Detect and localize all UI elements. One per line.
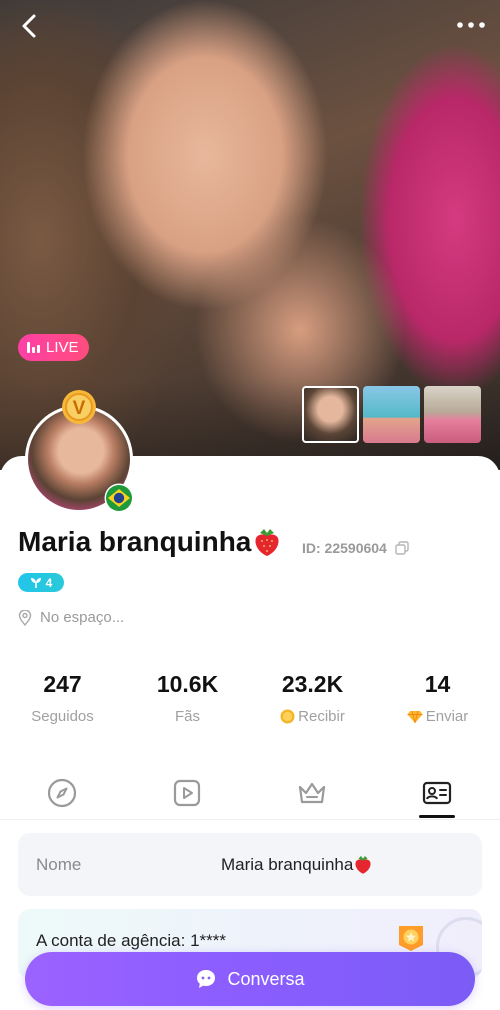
stat-label: Recibir: [298, 708, 345, 725]
stat-received[interactable]: 23.2K Recibir: [250, 671, 375, 725]
user-id: ID: 22590604: [302, 540, 409, 556]
svg-text:V: V: [73, 398, 86, 419]
stat-label: Seguidos: [31, 708, 94, 725]
level-value: 4: [45, 575, 53, 590]
gold-coin-icon: [280, 709, 295, 724]
level-badge: 4: [18, 573, 64, 592]
copy-icon[interactable]: [395, 541, 409, 555]
vip-badge-icon: V: [62, 390, 96, 424]
profile-name: Maria branquinha: [18, 526, 282, 558]
more-options-button[interactable]: [454, 12, 488, 40]
stat-value: 10.6K: [156, 671, 219, 697]
stats-row: 247 Seguidos 10.6K Fãs 23.2K Recibir 14 …: [0, 671, 500, 731]
stat-label: Fãs: [174, 708, 200, 725]
stat-fans[interactable]: 10.6K Fãs: [125, 671, 250, 725]
live-bars-icon: [27, 342, 40, 353]
crown-icon: [298, 782, 326, 804]
stat-value: 23.2K: [281, 671, 344, 697]
tab-privileges[interactable]: [292, 778, 332, 816]
stat-label: Enviar: [425, 708, 469, 725]
strawberry-icon: [255, 529, 279, 556]
chat-button[interactable]: Conversa: [25, 952, 475, 1006]
brazil-flag-icon: [104, 483, 134, 513]
photo-thumbnails: [302, 386, 481, 443]
tab-profile-info[interactable]: [417, 778, 457, 818]
video-play-icon: [173, 779, 201, 807]
location-text: No espaço...: [40, 609, 125, 626]
avatar-group[interactable]: V: [25, 390, 135, 515]
live-label: LIVE: [46, 339, 79, 356]
back-button[interactable]: [14, 10, 48, 44]
more-horizontal-icon: [457, 22, 485, 28]
stat-value: 14: [424, 671, 451, 697]
stat-value: 247: [43, 671, 82, 697]
stat-following[interactable]: 247 Seguidos: [0, 671, 125, 725]
chevron-left-icon: [22, 14, 36, 38]
chat-button-label: Conversa: [227, 968, 305, 989]
agency-account-text: A conta de agência: 1****: [36, 931, 226, 950]
photo-thumbnail-3[interactable]: [424, 386, 481, 443]
stat-sent[interactable]: 14 Enviar: [375, 671, 500, 725]
compass-icon: [47, 778, 77, 808]
user-id-text: ID: 22590604: [302, 540, 387, 556]
tab-videos[interactable]: [167, 778, 207, 816]
location: No espaço...: [18, 609, 124, 626]
profile-name-text: Maria branquinha: [18, 526, 252, 557]
name-info-value: Maria branquinha: [221, 854, 373, 875]
photo-thumbnail-2[interactable]: [363, 386, 420, 443]
sprout-icon: [30, 578, 41, 588]
name-info-key: Nome: [36, 854, 82, 874]
diamond-icon: [407, 710, 423, 723]
agency-medal-icon: [399, 926, 423, 951]
strawberry-icon: [355, 855, 371, 874]
location-pin-icon: [18, 609, 32, 626]
tab-moments[interactable]: [42, 778, 82, 816]
chat-bubble-icon: [197, 970, 216, 988]
photo-thumbnail-1[interactable]: [302, 386, 359, 443]
profile-tabs: [0, 776, 500, 820]
name-info-value-text: Maria branquinha: [221, 854, 354, 874]
name-info-row: Nome Maria branquinha: [18, 833, 482, 896]
live-badge[interactable]: LIVE: [18, 334, 89, 361]
profile-card-icon: [422, 781, 452, 805]
